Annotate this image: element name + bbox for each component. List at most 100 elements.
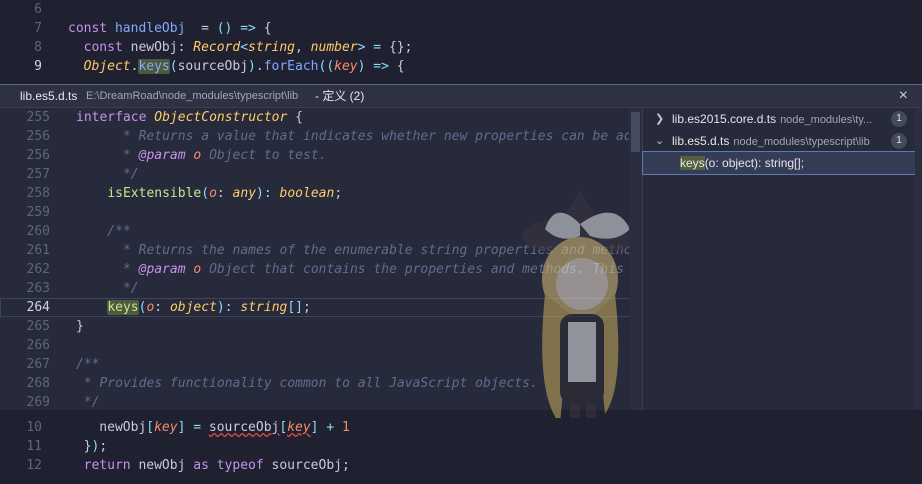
code-token: 1 (341, 420, 350, 435)
code-text: /** (76, 222, 131, 241)
code-token: * (76, 262, 139, 277)
peek-file-name[interactable]: lib.es5.d.ts (20, 85, 77, 107)
line-number: 268 (26, 376, 50, 391)
code-token: * (76, 148, 139, 163)
scroll-thumb[interactable] (631, 112, 640, 152)
code-text: */ (76, 165, 139, 184)
code-token: + (326, 420, 342, 435)
editor-bottom[interactable]: 10 newObj[key] = sourceObj[key] + 1 11 })… (0, 418, 922, 475)
reference-count-badge: 1 (891, 111, 907, 127)
code-line[interactable]: 261 * Returns the names of the enumerabl… (0, 241, 642, 260)
code-token: /** (76, 224, 131, 239)
code-token: o (193, 262, 210, 277)
code-token: Record (193, 40, 241, 55)
code-line[interactable]: 266 (0, 336, 642, 355)
code-text: * Returns the names of the enumerable st… (76, 241, 642, 260)
code-token: ; (99, 439, 108, 454)
line-number: 267 (26, 357, 50, 372)
code-line[interactable]: 8 const newObj: Record<string, number> =… (0, 38, 922, 57)
line-number: 10 (26, 420, 42, 435)
references-scrollbar[interactable] (915, 108, 922, 410)
code-text: isExtensible(o: any): boolean; (76, 184, 342, 203)
code-token: { (396, 59, 405, 74)
code-token: as typeof (193, 458, 272, 473)
editor-top[interactable]: 6 7 const handleObj = () => {8 const newOb… (0, 0, 922, 76)
code-line[interactable]: 258 isExtensible(o: any): boolean; (0, 184, 642, 203)
code-token: ; (303, 300, 311, 315)
code-text: Object.keys(sourceObj).forEach((key) => … (68, 57, 405, 76)
code-token: : (177, 40, 194, 55)
line-number: 8 (34, 40, 42, 55)
line-number: 259 (26, 205, 50, 220)
code-token: ObjectConstructor (154, 110, 296, 125)
code-line[interactable]: 257 */ (0, 165, 642, 184)
code-text: * @param o Object that contains the prop… (76, 260, 642, 279)
code-token: sourceObj (177, 59, 249, 74)
code-token: ] (310, 420, 327, 435)
close-icon[interactable]: × (899, 85, 908, 107)
code-token: sourceObj (208, 420, 280, 435)
code-line[interactable]: 263 */ (0, 279, 642, 298)
peek-code-view[interactable]: 255 interface ObjectConstructor {256 * Re… (0, 108, 642, 410)
code-line[interactable]: 269 */ (0, 393, 642, 410)
code-token: newObj (68, 420, 147, 435)
code-line[interactable]: 265} (0, 317, 642, 336)
code-text: /** (76, 355, 99, 374)
line-number: 6 (34, 2, 42, 17)
code-token: string (240, 300, 288, 315)
reference-file-path: node_modules\ty... (780, 114, 873, 126)
code-line[interactable]: 12 return newObj as typeof sourceObj; (0, 456, 922, 475)
code-text: * Provides functionality common to all J… (76, 374, 538, 393)
code-line[interactable]: 262 * @param o Object that contains the … (0, 260, 642, 279)
code-line[interactable]: 264 keys(o: object): string[]; (0, 298, 642, 317)
code-text: return newObj as typeof sourceObj; (68, 456, 350, 475)
chevron-down-icon: ⌄ (655, 135, 665, 147)
reference-file-name: lib.es5.d.ts (672, 134, 730, 148)
code-token: isExtensible (107, 186, 202, 201)
reference-item-keys[interactable]: keys(o: object): string[]; (642, 151, 916, 175)
code-token: * Provides functionality common to all J… (76, 376, 538, 391)
code-token: o (209, 186, 217, 201)
code-token: (( (318, 59, 335, 74)
code-line[interactable]: 268 * Provides functionality common to a… (0, 374, 642, 393)
code-token: const (68, 21, 115, 36)
code-token: */ (76, 167, 139, 182)
peek-title: - 定义 (2) (315, 89, 365, 103)
reference-group-lib-es2015[interactable]: ❯ lib.es2015.core.d.ts node_modules\ty...… (643, 108, 915, 130)
code-line[interactable]: 9 Object.keys(sourceObj).forEach((key) =… (0, 57, 922, 76)
code-token: => (232, 21, 264, 36)
code-token: . (255, 59, 264, 74)
code-line[interactable]: 255 interface ObjectConstructor { (0, 108, 642, 127)
reference-match: keys (680, 156, 705, 170)
line-number: 255 (26, 110, 50, 125)
code-line[interactable]: 6 (0, 0, 922, 19)
code-token: [ (279, 420, 288, 435)
code-line[interactable]: 267 /** (0, 355, 642, 374)
code-token: keys (107, 300, 139, 315)
code-token: = (373, 40, 389, 55)
code-line[interactable]: 256 * Returns a value that indicates whe… (0, 127, 642, 146)
line-number: 256 (26, 129, 50, 144)
code-line[interactable]: 10 newObj[key] = sourceObj[key] + 1 (0, 418, 922, 437)
code-token: object (169, 300, 217, 315)
reference-count-badge: 1 (891, 133, 907, 149)
code-token: ( (169, 59, 178, 74)
code-token: /** (76, 357, 100, 372)
code-line[interactable]: 260 /** (0, 222, 642, 241)
reference-group-lib-es5[interactable]: ⌄ lib.es5.d.ts node_modules\typescript\li… (643, 130, 915, 152)
code-line[interactable]: 256 * @param o Object to test. (0, 146, 642, 165)
code-token: key (154, 420, 178, 435)
code-token: const (83, 40, 131, 55)
code-line[interactable]: 11 }); (0, 437, 922, 456)
code-line[interactable]: 7 const handleObj = () => { (0, 19, 922, 38)
code-line[interactable]: 259 (0, 203, 642, 222)
peek-scrollbar[interactable] (629, 108, 642, 410)
line-number: 266 (26, 338, 50, 353)
line-number: 261 (26, 243, 50, 258)
code-token: > (357, 40, 374, 55)
code-token: ) (248, 59, 256, 74)
line-number: 269 (26, 395, 50, 410)
code-token: */ (76, 395, 100, 410)
